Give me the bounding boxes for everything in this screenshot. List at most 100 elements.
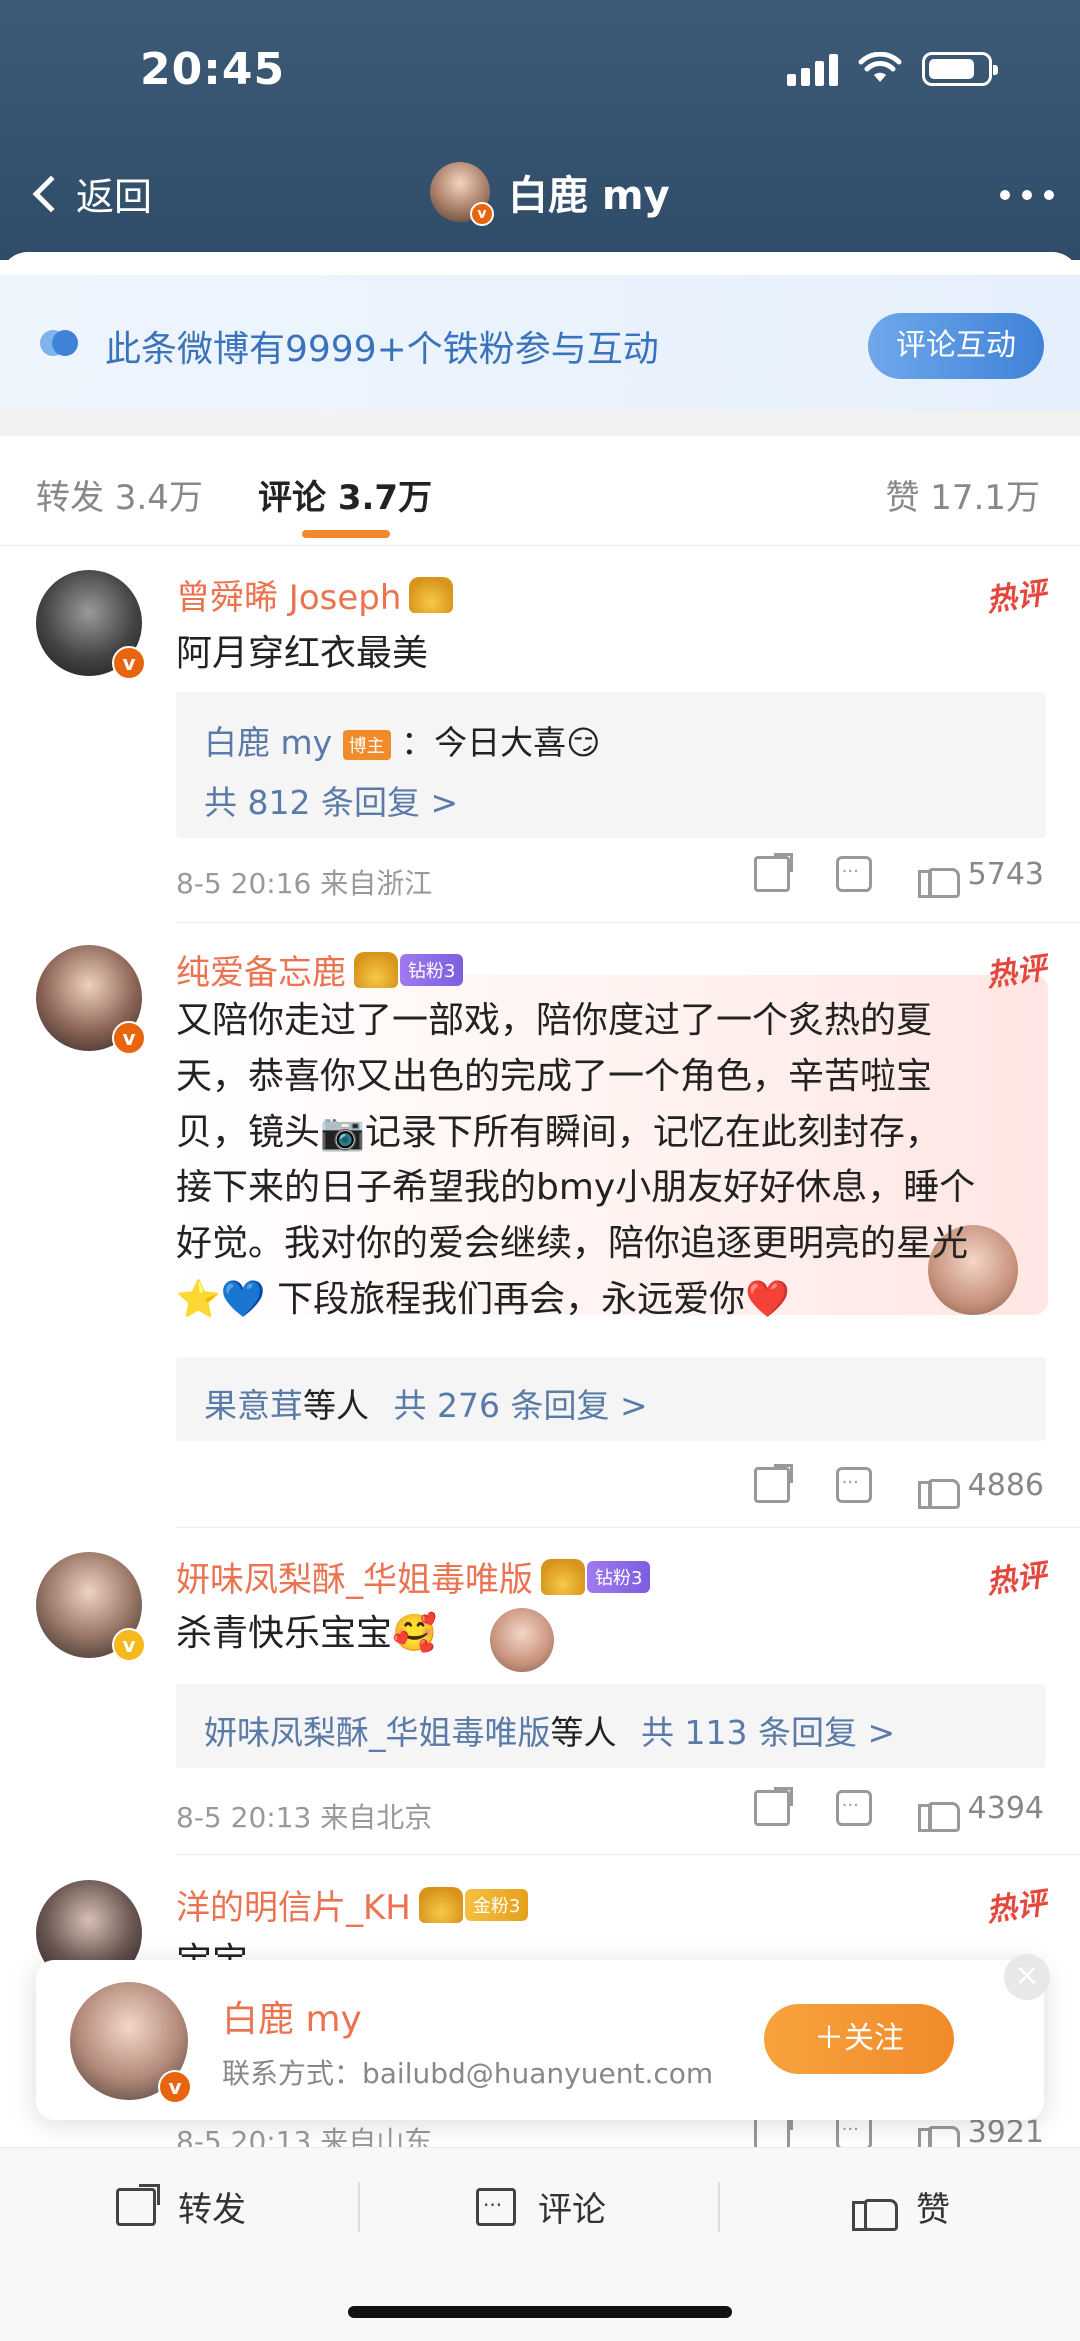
verified-badge-icon: v xyxy=(112,1628,146,1662)
reply-count-link[interactable]: 共 113 条回复 > xyxy=(641,1713,895,1752)
banner-text: 此条微博有9999+个铁粉参与互动 xyxy=(105,329,659,370)
verified-badge-icon: v xyxy=(112,1021,146,1055)
comment-label: 评论 xyxy=(538,2190,606,2230)
comment-item: v 曾舜晞 Joseph 热评 阿月穿红衣最美 白鹿 my 博主 ：今日大喜😏 … xyxy=(0,570,1080,923)
divider xyxy=(718,2182,720,2232)
close-icon[interactable]: × xyxy=(1004,1954,1050,2000)
comment-icon xyxy=(476,2187,516,2226)
avatar[interactable]: v xyxy=(70,1982,192,2104)
comment-line: 又陪你走过了一部戏，陪你度过了一个炙热的夏 xyxy=(176,1000,933,1041)
avatar: v xyxy=(430,162,494,226)
comment-line: 天，恭喜你又出色的完成了一个角色，辛苦啦宝 xyxy=(176,1055,933,1097)
avatar[interactable]: v xyxy=(36,945,146,1055)
repost-button[interactable]: 转发 xyxy=(116,2182,246,2231)
like-button[interactable]: 4886 xyxy=(917,1467,1044,1509)
crown-icon xyxy=(418,1886,463,1923)
like-label: 赞 xyxy=(916,2190,950,2230)
decorative-portrait xyxy=(490,1608,554,1672)
author-name: 曾舜晞 Joseph xyxy=(176,578,402,618)
reply-author[interactable]: 果意茸 xyxy=(204,1386,303,1425)
verified-badge-icon: v xyxy=(470,202,494,226)
verified-badge-icon: v xyxy=(158,2070,192,2104)
reply-text: ：今日大喜😏 xyxy=(401,723,601,762)
tab-bar: 转发 3.4万 评论 3.7万 赞 17.1万 xyxy=(0,436,1080,546)
reply-author[interactable]: 白鹿 my xyxy=(204,723,332,762)
comment-interact-button[interactable]: 评论互动 xyxy=(868,313,1044,379)
comment-actions: 5743 xyxy=(753,853,1044,898)
reply-preview: 白鹿 my 博主 ：今日大喜😏 xyxy=(204,716,601,764)
share-icon[interactable] xyxy=(753,1464,793,1503)
tab-like[interactable]: 赞 17.1万 xyxy=(885,470,1040,519)
reply-others: 等人 xyxy=(303,1386,369,1425)
thumb-up-icon xyxy=(917,856,960,898)
reply-box[interactable]: 白鹿 my 博主 ：今日大喜😏 共 812 条回复 > xyxy=(176,692,1046,838)
crown-icon xyxy=(354,951,398,988)
comment-button[interactable]: 评论 xyxy=(476,2182,606,2231)
thumb-up-icon xyxy=(852,2187,898,2231)
more-options-icon[interactable] xyxy=(1000,190,1054,200)
comment-author[interactable]: 纯爱备忘鹿 钻粉3 xyxy=(176,945,464,994)
iron-fan-banner[interactable]: 此条微博有9999+个铁粉参与互动 评论互动 xyxy=(0,275,1080,410)
like-count: 4886 xyxy=(967,1467,1044,1503)
reply-count-link[interactable]: 共 276 条回复 > xyxy=(394,1386,648,1425)
divider xyxy=(176,922,1080,923)
nav-profile[interactable]: v 白鹿 my xyxy=(430,162,670,226)
thumb-up-icon xyxy=(917,1467,960,1509)
reply-box[interactable]: 果意茸等人 共 276 条回复 > xyxy=(176,1357,1046,1441)
crown-icon xyxy=(409,576,454,613)
tab-comment[interactable]: 评论 3.7万 xyxy=(258,470,432,519)
comment-icon[interactable] xyxy=(835,1467,872,1503)
fan-level-badge: 钻粉3 xyxy=(587,1560,651,1593)
follow-card-name[interactable]: 白鹿 my xyxy=(222,1990,362,2042)
battery-icon xyxy=(922,52,998,86)
comment-icon[interactable] xyxy=(835,856,872,892)
comment-line: ⭐💙 下段旅程我们再会，永远爱你❤️ xyxy=(176,1278,790,1320)
nav-bar: 返回 v 白鹿 my xyxy=(0,150,1080,240)
comment-text: 杀青快乐宝宝🥰 xyxy=(176,1613,437,1654)
avatar[interactable]: v xyxy=(36,570,146,680)
follow-button[interactable]: ＋关注 xyxy=(764,2004,954,2074)
reply-others: 等人 xyxy=(550,1713,617,1752)
active-tab-indicator xyxy=(302,530,390,538)
reply-count-link[interactable]: 共 812 条回复 > xyxy=(204,776,458,824)
comment-author[interactable]: 妍味凤梨酥_华姐毒唯版 钻粉3 xyxy=(176,1552,651,1601)
comment-icon[interactable] xyxy=(835,1790,872,1826)
reply-box[interactable]: 妍味凤梨酥_华姐毒唯版等人 共 113 条回复 > xyxy=(176,1684,1046,1768)
like-button[interactable]: 赞 xyxy=(852,2182,950,2231)
fan-interaction-icon xyxy=(40,330,80,360)
comment-author[interactable]: 洋的明信片_KH 金粉3 xyxy=(176,1880,529,1929)
avatar[interactable]: v xyxy=(36,1552,146,1662)
tab-repost[interactable]: 转发 3.4万 xyxy=(36,470,203,519)
like-button[interactable]: 5743 xyxy=(917,856,1044,898)
share-icon[interactable] xyxy=(753,853,793,892)
comment-author[interactable]: 曾舜晞 Joseph xyxy=(176,570,454,619)
like-count: 4394 xyxy=(967,1790,1044,1826)
divider xyxy=(358,2182,360,2232)
comment-actions: 4886 xyxy=(753,1464,1044,1509)
hot-comment-badge: 热评 xyxy=(984,950,1049,994)
hot-comment-badge: 热评 xyxy=(984,1557,1049,1601)
comment-meta: 8-5 20:16 来自浙江 xyxy=(176,867,433,900)
like-button[interactable]: 4394 xyxy=(917,1790,1044,1832)
follow-suggestion-card[interactable]: v 白鹿 my 联系方式：bailubd@huanyuent.com ＋关注 × xyxy=(36,1954,1050,2120)
reply-preview: 果意茸等人 共 276 条回复 > xyxy=(204,1379,648,1427)
comment-meta: 8-5 20:13 来自北京 xyxy=(176,1801,433,1834)
cellular-signal-icon xyxy=(787,52,838,86)
hot-comment-badge: 热评 xyxy=(984,575,1049,619)
share-icon[interactable] xyxy=(753,1787,793,1826)
home-indicator[interactable] xyxy=(348,2306,732,2318)
follow-card-contact: 联系方式：bailubd@huanyuent.com xyxy=(222,2057,714,2090)
comment-line: 接下来的日子希望我的bmy小朋友好好休息，睡个 xyxy=(176,1167,976,1209)
reply-author[interactable]: 妍味凤梨酥_华姐毒唯版 xyxy=(204,1713,551,1752)
status-icons xyxy=(787,52,998,86)
divider xyxy=(176,1854,1080,1855)
section-gap xyxy=(0,410,1080,436)
back-button[interactable]: 返回 xyxy=(28,166,152,221)
comment-text: 阿月穿红衣最美 xyxy=(176,633,429,674)
divider xyxy=(176,1527,1080,1528)
comment-actions: 4394 xyxy=(753,1787,1044,1832)
comment-item: v 妍味凤梨酥_华姐毒唯版 钻粉3 热评 杀青快乐宝宝🥰 妍味凤梨酥_华姐毒唯版… xyxy=(0,1552,1080,1855)
comment-text: 又陪你走过了一部戏，陪你度过了一个炙热的夏 天，恭喜你又出色的完成了一个角色，辛… xyxy=(176,993,975,1328)
author-name: 洋的明信片_KH xyxy=(176,1888,411,1928)
page-title: 白鹿 my xyxy=(508,173,670,219)
